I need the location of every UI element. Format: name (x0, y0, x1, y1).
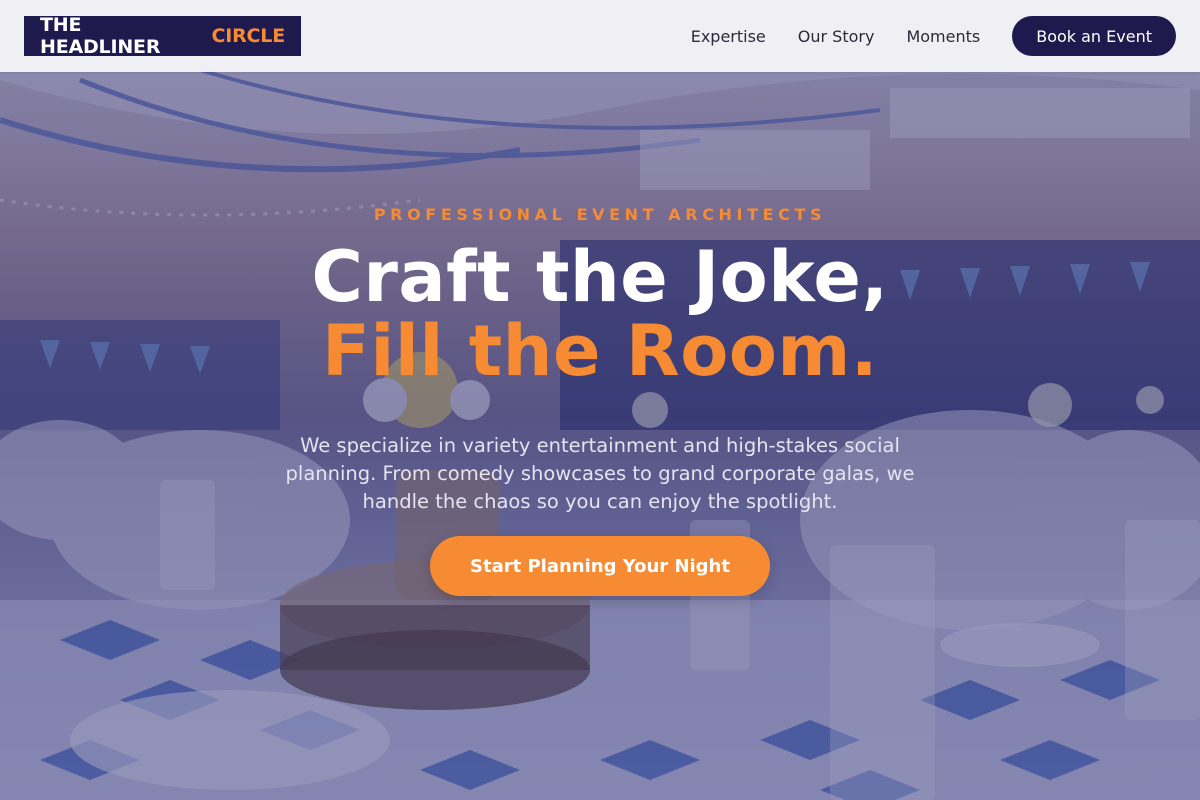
hero-headline-line1: Craft the Joke, (311, 236, 889, 318)
page: THE HEADLINER CIRCLE Expertise Our Story… (0, 0, 1200, 800)
main-nav: Expertise Our Story Moments Book an Even… (691, 16, 1176, 56)
brand-logo[interactable]: THE HEADLINER CIRCLE (24, 14, 301, 58)
hero-headline-line2: Fill the Room. (322, 310, 878, 392)
site-header: THE HEADLINER CIRCLE Expertise Our Story… (0, 0, 1200, 72)
hero-subtext: We specialize in variety entertainment a… (285, 433, 915, 513)
hero-headline: Craft the Joke, Fill the Room. (0, 240, 1200, 388)
nav-link-expertise[interactable]: Expertise (691, 27, 766, 46)
hero-eyebrow: PROFESSIONAL EVENT ARCHITECTS (373, 205, 827, 224)
book-event-button[interactable]: Book an Event (1012, 16, 1176, 56)
logo-text-main: THE HEADLINER (40, 14, 161, 58)
logo-text-accent: CIRCLE (211, 25, 286, 47)
hero-overlay (0, 0, 1200, 800)
nav-link-moments[interactable]: Moments (906, 27, 980, 46)
start-planning-button[interactable]: Start Planning Your Night (430, 536, 770, 596)
nav-link-our-story[interactable]: Our Story (798, 27, 875, 46)
